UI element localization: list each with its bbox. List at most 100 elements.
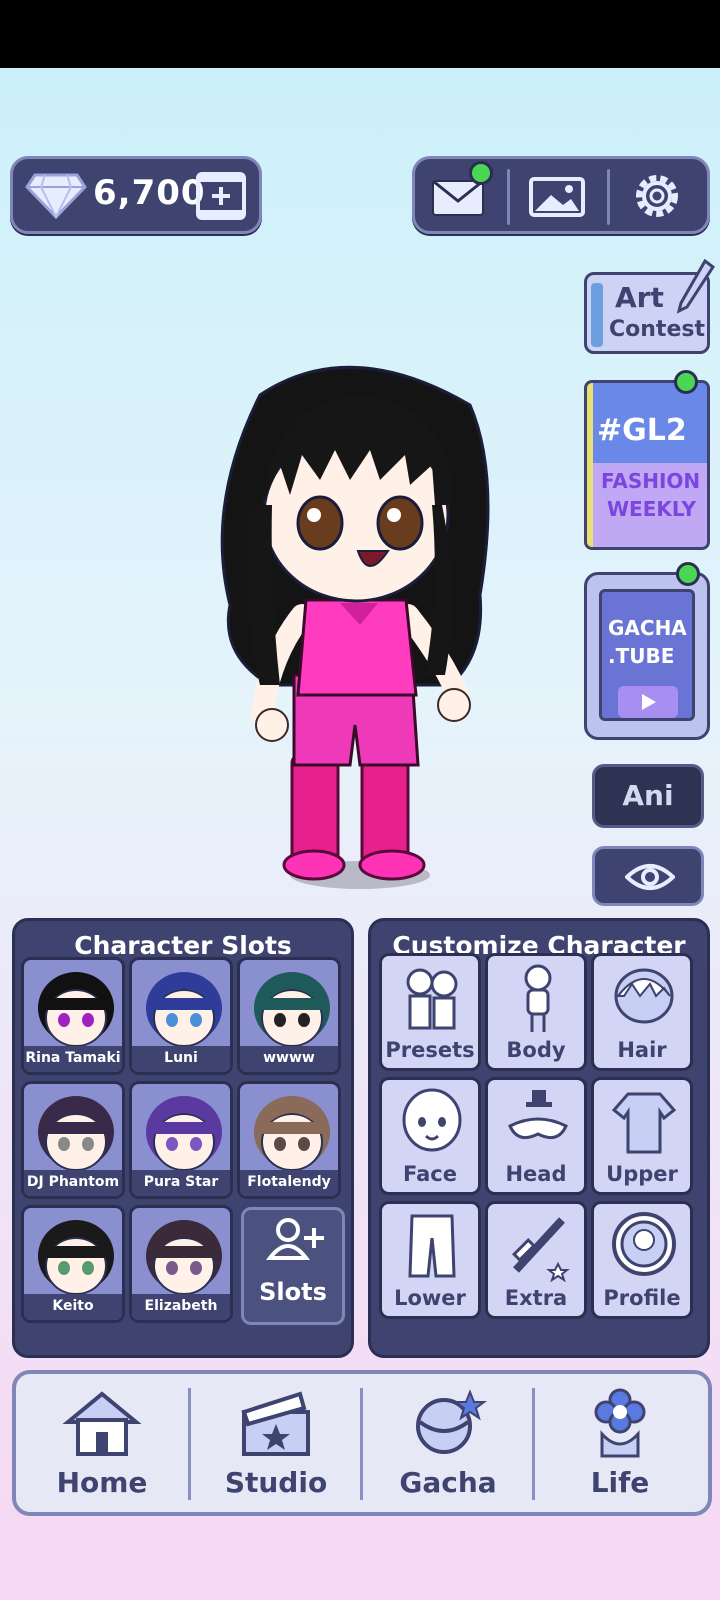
top-tools bbox=[412, 156, 710, 234]
face-icon bbox=[402, 1088, 462, 1152]
gear-icon[interactable] bbox=[627, 169, 687, 223]
nav-gacha-label: Gacha bbox=[399, 1466, 497, 1499]
add-slots-button[interactable]: Slots bbox=[241, 1207, 345, 1325]
gacha-tube-line2: .TUBE bbox=[608, 644, 675, 668]
fashion-label: FASHION bbox=[601, 469, 701, 493]
notebook-binding bbox=[591, 283, 603, 347]
tablet-screen: GACHA .TUBE bbox=[599, 589, 695, 721]
eye-icon bbox=[625, 864, 675, 890]
divider bbox=[507, 169, 510, 225]
character-slot[interactable]: Rina Tamaki bbox=[21, 957, 125, 1075]
category-label: Face bbox=[403, 1162, 457, 1186]
category-body[interactable]: Body bbox=[485, 953, 587, 1071]
character-avatar bbox=[146, 1220, 222, 1295]
add-slots-label: Slots bbox=[259, 1278, 327, 1306]
character-slot-name: Luni bbox=[132, 1046, 230, 1072]
category-label: Head bbox=[505, 1162, 567, 1186]
gem-counter[interactable]: 6,700 bbox=[10, 156, 262, 234]
character-slot[interactable]: Luni bbox=[129, 957, 233, 1075]
category-label: Upper bbox=[606, 1162, 678, 1186]
nav-studio-label: Studio bbox=[224, 1466, 328, 1499]
category-label: Presets bbox=[385, 1038, 475, 1062]
category-head[interactable]: Head bbox=[485, 1077, 587, 1195]
nav-home-label: Home bbox=[56, 1466, 148, 1499]
category-extra[interactable]: Extra bbox=[485, 1201, 587, 1319]
category-profile[interactable]: Profile bbox=[591, 1201, 693, 1319]
image-icon[interactable] bbox=[527, 169, 587, 223]
flower-icon bbox=[594, 1388, 646, 1458]
category-lower[interactable]: Lower bbox=[379, 1201, 481, 1319]
character-avatar bbox=[146, 1096, 222, 1171]
pencil-icon bbox=[676, 259, 715, 314]
head-accessory-icon bbox=[508, 1090, 568, 1140]
gem-count: 6,700 bbox=[93, 173, 206, 213]
character-slots-title: Character Slots bbox=[74, 931, 292, 960]
category-label: Body bbox=[506, 1038, 566, 1062]
character-avatar bbox=[146, 972, 222, 1047]
character-slots-panel: Character Slots Rina Tamaki Luni wwww DJ Ph… bbox=[12, 918, 354, 1358]
customize-character-panel: Customize Character Presets Body Hair Face H… bbox=[368, 918, 710, 1358]
play-icon bbox=[618, 686, 678, 718]
character-slot-name: Elizabeth bbox=[132, 1294, 230, 1320]
character-avatar bbox=[38, 1220, 114, 1295]
category-presets[interactable]: Presets bbox=[379, 953, 481, 1071]
add-person-icon bbox=[265, 1218, 324, 1260]
character-slot-name: Flotalendy bbox=[240, 1170, 338, 1196]
fashion-notification-dot bbox=[674, 370, 698, 394]
house-icon bbox=[62, 1391, 142, 1456]
category-label: Hair bbox=[617, 1038, 667, 1062]
diamond-icon bbox=[25, 173, 87, 220]
character-avatar bbox=[254, 1096, 330, 1171]
art-contest-button[interactable]: Art Contest bbox=[584, 259, 715, 354]
character-avatar bbox=[254, 972, 330, 1047]
category-face[interactable]: Face bbox=[379, 1077, 481, 1195]
clapperboard-icon bbox=[241, 1391, 310, 1456]
add-gems-video-icon[interactable] bbox=[195, 171, 247, 221]
character-slot[interactable]: Elizabeth bbox=[129, 1205, 233, 1323]
character-avatar bbox=[38, 1096, 114, 1171]
character-slot-name: wwww bbox=[240, 1046, 338, 1072]
gacha-capsule-icon bbox=[416, 1389, 487, 1454]
nav-gacha[interactable]: Gacha bbox=[362, 1374, 534, 1512]
shirt-icon bbox=[611, 1092, 677, 1154]
profile-icon bbox=[612, 1212, 676, 1276]
character-slot[interactable]: wwww bbox=[237, 957, 341, 1075]
animation-button[interactable]: Ani bbox=[592, 764, 704, 828]
character-slot-name: Pura Star bbox=[132, 1170, 230, 1196]
gl2-title: #GL2 bbox=[597, 413, 687, 448]
visibility-toggle[interactable] bbox=[592, 846, 704, 906]
fashion-weekly-button[interactable]: #GL2 FASHION WEEKLY bbox=[584, 380, 710, 550]
mail-notification-dot bbox=[469, 161, 493, 185]
bottom-nav: Home Studio Gacha Life bbox=[12, 1370, 712, 1516]
nav-life-label: Life bbox=[590, 1466, 650, 1499]
body-icon bbox=[524, 964, 552, 1032]
character-slot[interactable]: Keito bbox=[21, 1205, 125, 1323]
hair-icon bbox=[614, 968, 674, 1024]
nav-life[interactable]: Life bbox=[534, 1374, 706, 1512]
character-avatar bbox=[38, 972, 114, 1047]
character-slot-name: Keito bbox=[24, 1294, 122, 1320]
art-contest-line1: Art bbox=[615, 281, 664, 314]
category-label: Lower bbox=[394, 1286, 466, 1310]
art-contest-line2: Contest bbox=[609, 317, 705, 342]
category-label: Profile bbox=[603, 1286, 681, 1310]
nav-studio[interactable]: Studio bbox=[190, 1374, 362, 1512]
category-label: Extra bbox=[504, 1286, 568, 1310]
gacha-tube-button[interactable]: GACHA .TUBE bbox=[584, 572, 710, 740]
character-slot[interactable]: Flotalendy bbox=[237, 1081, 341, 1199]
nav-home[interactable]: Home bbox=[16, 1374, 188, 1512]
shorts-icon bbox=[408, 1214, 456, 1278]
presets-icon bbox=[406, 968, 458, 1030]
character-slot[interactable]: DJ Phantom bbox=[21, 1081, 125, 1199]
status-bar bbox=[0, 0, 720, 68]
category-upper[interactable]: Upper bbox=[591, 1077, 693, 1195]
tube-notification-dot bbox=[676, 562, 700, 586]
category-hair[interactable]: Hair bbox=[591, 953, 693, 1071]
weekly-label: WEEKLY bbox=[607, 497, 696, 521]
sword-icon bbox=[511, 1217, 570, 1282]
character-slot[interactable]: Pura Star bbox=[129, 1081, 233, 1199]
gacha-tube-line1: GACHA bbox=[608, 616, 687, 640]
character-slot-name: DJ Phantom bbox=[24, 1170, 122, 1196]
character-preview[interactable] bbox=[210, 355, 500, 910]
character-slot-name: Rina Tamaki bbox=[24, 1046, 122, 1072]
